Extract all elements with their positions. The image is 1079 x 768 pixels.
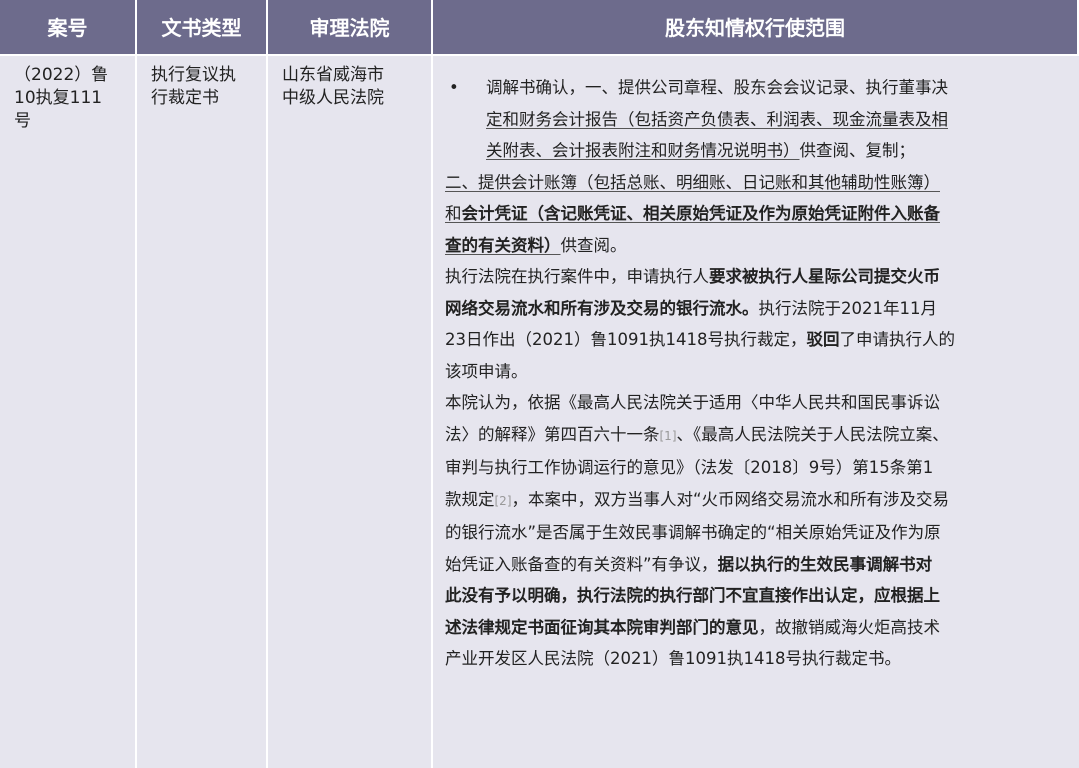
text: ，本案中，双方当事人对“火币网络交易流水和所有涉及交易: [511, 489, 950, 509]
scope-line: 述法律规定书面征询其本院审判部门的意见，故撤销威海火炬高技术: [445, 612, 1065, 644]
scope-line: 和会计凭证（含记账凭证、相关原始凭证及作为原始凭证附件入账备: [445, 198, 1065, 230]
scope-line: 产业开发区人民法院（2021）鲁1091执1418号执行裁定书。: [445, 643, 1065, 675]
text: 要求被执行人星际公司提交火币: [709, 267, 940, 286]
court-line: 中级人民法院: [282, 88, 384, 108]
text: 的银行流水”是否属于生效民事调解书确定的“相关原始凭证及作为原: [445, 523, 941, 542]
scope-line: 该项申请。: [445, 356, 1065, 388]
text: 二、提供会计账簿（包括总账、明细账、日记账和其他辅助性账簿）: [445, 172, 940, 192]
scope-line: • 调解书确认，一、提供公司章程、股东会会议记录、执行董事决: [445, 72, 1065, 104]
text: 审判与执行工作协调运行的意见》（法发〔2018〕9号）第15条第1: [445, 458, 934, 477]
text: 了申请执行人的: [839, 330, 955, 349]
scope-line: 关附表、会计报表附注和财务情况说明书）供查阅、复制；: [445, 135, 1065, 167]
text: 23日作出（2021）鲁1091执1418号执行裁定，: [445, 330, 807, 349]
scope-line: 执行法院在执行案件中，申请执行人要求被执行人星际公司提交火币: [445, 261, 1065, 293]
header-court: 审理法院: [268, 0, 433, 56]
header-case-no: 案号: [0, 0, 137, 56]
scope-line: 此没有予以明确，执行法院的执行部门不宜直接作出认定，应根据上: [445, 580, 1065, 612]
text: 始凭证入账备查的有关资料”有争议，: [445, 554, 718, 574]
case-no-line: 号: [14, 111, 31, 131]
text: 供查阅、复制；: [799, 141, 916, 160]
header-scope: 股东知情权行使范围: [433, 0, 1079, 56]
scope-line: 网络交易流水和所有涉及交易的银行流水。执行法院于2021年11月: [445, 293, 1065, 325]
text: 供查阅。: [560, 235, 627, 255]
scope-line: 本院认为，依据《最高人民法院关于适用〈中华人民共和国民事诉讼: [445, 387, 1065, 419]
case-table: 案号 文书类型 审理法院 股东知情权行使范围 （2022）鲁 10执复111 号…: [0, 0, 1079, 768]
text: 、《最高人民法院关于人民法院立案、: [676, 424, 949, 444]
text: 驳回: [806, 330, 840, 349]
scope-line: 查的有关资料）供查阅。: [445, 230, 1065, 262]
case-no-line: 10执复111: [14, 88, 103, 108]
text: 网络交易流水和所有涉及交易的银行流水。: [445, 298, 759, 318]
text: 产业开发区人民法院（2021）鲁1091执1418号执行裁定书。: [445, 649, 901, 668]
court-line: 山东省威海市: [282, 65, 384, 85]
text: 定和财务会计报告（包括资产负债表、利润表、现金流量表及相: [486, 109, 948, 129]
text: 执行法院于2021年11月: [758, 298, 938, 318]
scope-line: 23日作出（2021）鲁1091执1418号执行裁定，驳回了申请执行人的: [445, 324, 1065, 356]
text: 调解书确认，一、提供公司章程、股东会会议记录、执行董事决: [486, 78, 948, 97]
footnote-link-1[interactable]: [1]: [660, 429, 677, 443]
scope-line: 款规定[2]，本案中，双方当事人对“火币网络交易流水和所有涉及交易: [445, 484, 1065, 518]
case-no-line: （2022）鲁: [14, 65, 109, 85]
doc-type-line: 行裁定书: [151, 88, 219, 108]
text: 查的有关资料）: [445, 235, 561, 255]
scope-line: 始凭证入账备查的有关资料”有争议，据以执行的生效民事调解书对: [445, 549, 1065, 581]
cell-doc-type: 执行复议执 行裁定书: [137, 56, 268, 768]
text: 法〉的解释》第四百六十一条: [445, 424, 660, 444]
text: ，故撤销威海火炬高技术: [758, 617, 941, 637]
header-doc-type: 文书类型: [137, 0, 268, 56]
cell-scope: • 调解书确认，一、提供公司章程、股东会会议记录、执行董事决 定和财务会计报告（包…: [433, 56, 1079, 768]
scope-line: 定和财务会计报告（包括资产负债表、利润表、现金流量表及相: [445, 104, 1065, 136]
text: 执行法院在执行案件中，申请执行人: [445, 267, 709, 286]
bullet-icon: •: [449, 78, 459, 97]
cell-case-no: （2022）鲁 10执复111 号: [0, 56, 137, 768]
text: 关附表、会计报表附注和财务情况说明书）: [486, 141, 800, 160]
text: 和: [445, 204, 462, 223]
scope-line: 的银行流水”是否属于生效民事调解书确定的“相关原始凭证及作为原: [445, 517, 1065, 549]
scope-line: 二、提供会计账簿（包括总账、明细账、日记账和其他辅助性账簿）: [445, 167, 1065, 199]
scope-line: 审判与执行工作协调运行的意见》（法发〔2018〕9号）第15条第1: [445, 452, 1065, 484]
cell-court: 山东省威海市 中级人民法院: [268, 56, 433, 768]
text: 本院认为，依据《最高人民法院关于适用〈中华人民共和国民事诉讼: [445, 393, 940, 412]
text: 会计凭证（含记账凭证、相关原始凭证及作为原始凭证附件入账备: [461, 204, 941, 223]
text: 据以执行的生效民事调解书对: [717, 554, 933, 574]
text: 此没有予以明确，执行法院的执行部门不宜直接作出认定，应根据上: [445, 586, 940, 605]
scope-line: 法〉的解释》第四百六十一条[1]、《最高人民法院关于人民法院立案、: [445, 419, 1065, 453]
doc-type-line: 执行复议执: [151, 65, 236, 85]
text: 款规定: [445, 489, 495, 509]
footnote-link-2[interactable]: [2]: [495, 494, 512, 508]
text: 述法律规定书面征询其本院审判部门的意见: [445, 617, 759, 637]
text: 该项申请。: [445, 361, 528, 381]
